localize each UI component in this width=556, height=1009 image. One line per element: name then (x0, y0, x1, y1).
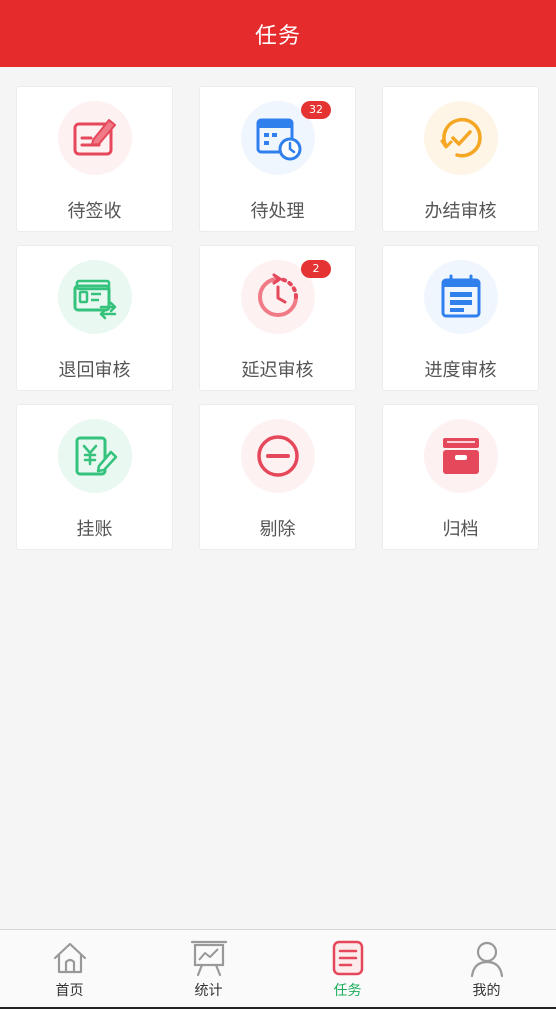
task-card-return-review[interactable]: 退回审核 (16, 245, 173, 391)
minus-circle-icon (241, 419, 315, 493)
task-card-label: 退回审核 (58, 360, 131, 381)
yen-doc-edit-icon (58, 419, 132, 493)
task-card-pending-sign[interactable]: 待签收 (16, 86, 173, 232)
task-card-remove[interactable]: 剔除 (199, 404, 356, 550)
card-return-icon (58, 260, 132, 334)
top-header: 任务 (0, 0, 556, 67)
task-card-pending-process[interactable]: 32 待处理 (199, 86, 356, 232)
tab-statistics[interactable]: 统计 (139, 930, 278, 1009)
task-card-label: 待签收 (67, 201, 122, 222)
task-card-delay-review[interactable]: 2 延迟审核 (199, 245, 356, 391)
task-card-label: 进度审核 (424, 360, 497, 381)
task-card-label: 剔除 (259, 519, 296, 540)
task-card-progress-review[interactable]: 进度审核 (382, 245, 539, 391)
sign-form-icon (58, 101, 132, 175)
task-card-label: 归档 (442, 519, 479, 540)
tab-mine[interactable]: 我的 (417, 930, 556, 1009)
chart-board-icon (190, 938, 228, 978)
tab-label: 任务 (333, 983, 362, 999)
user-icon (468, 938, 506, 978)
task-card-label: 挂账 (76, 519, 113, 540)
task-card-label: 延迟审核 (241, 360, 314, 381)
progress-list-icon (424, 260, 498, 334)
page-title: 任务 (254, 23, 301, 49)
task-card-archive[interactable]: 归档 (382, 404, 539, 550)
bottom-tab-bar: 首页 统计 任务 我的 (0, 929, 556, 1009)
home-icon (51, 938, 89, 978)
tab-label: 我的 (472, 983, 501, 999)
app-screen: 任务 待签收 32 待处理 办结审核 退回审核 2 延迟审核 进度审核 挂账 剔… (0, 0, 556, 1009)
task-grid: 待签收 32 待处理 办结审核 退回审核 2 延迟审核 进度审核 挂账 剔除 归… (16, 86, 539, 550)
archive-box-icon (424, 419, 498, 493)
task-card-completion-review[interactable]: 办结审核 (382, 86, 539, 232)
task-card-label: 办结审核 (424, 201, 497, 222)
tab-label: 统计 (194, 983, 223, 999)
count-badge: 2 (301, 260, 331, 278)
tab-tasks[interactable]: 任务 (278, 930, 417, 1009)
check-circle-icon (424, 101, 498, 175)
task-card-label: 待处理 (250, 201, 305, 222)
count-badge: 32 (301, 101, 331, 119)
tab-label: 首页 (55, 983, 84, 999)
task-card-on-account[interactable]: 挂账 (16, 404, 173, 550)
task-list-icon (329, 938, 367, 978)
tab-home[interactable]: 首页 (0, 930, 139, 1009)
